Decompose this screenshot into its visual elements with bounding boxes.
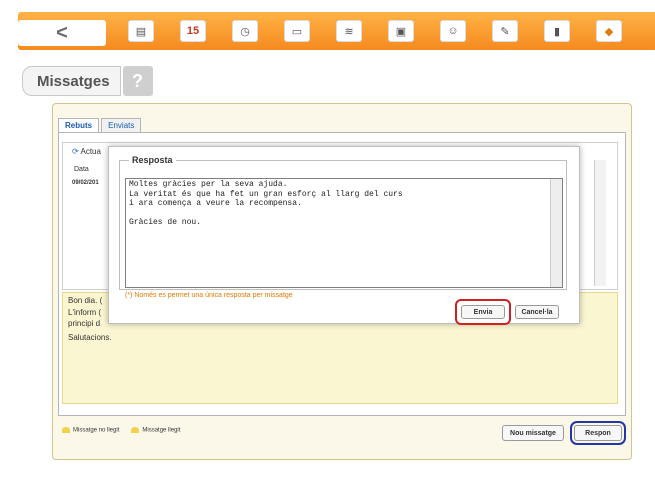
user-tool-button[interactable]: ☺ [440, 20, 466, 42]
tag-tool-button[interactable]: ◆ [596, 20, 622, 42]
user-icon: ☺ [447, 25, 459, 37]
help-icon: ? [132, 70, 144, 91]
reply-dialog-title: Resposta [129, 155, 176, 165]
message-tabs: Rebuts Enviats [58, 118, 143, 133]
cancel-button[interactable]: Cancel·la [515, 305, 559, 319]
legend-unread: Missatge no llegit [62, 427, 119, 434]
message-preview-line: Salutacions. [68, 333, 112, 342]
tablet-tool-button[interactable]: ▣ [388, 20, 414, 42]
message-preview-line: principi d [68, 319, 101, 328]
send-button[interactable]: Envia [461, 305, 505, 319]
tablet-icon: ▣ [395, 25, 407, 38]
calendar-icon: 15 [186, 25, 200, 37]
edit-icon: ✎ [500, 25, 510, 38]
clock-tool-button[interactable]: ◷ [232, 20, 258, 42]
page-title-bar: Missatges ? [22, 66, 153, 96]
textarea-scrollbar[interactable] [550, 179, 562, 287]
page-title: Missatges [22, 66, 121, 96]
refresh-button[interactable]: ⟳ Actua [72, 147, 101, 156]
tab-rebuts[interactable]: Rebuts [58, 118, 100, 133]
refresh-label: Actua [80, 147, 101, 156]
tab-enviats[interactable]: Enviats [101, 118, 142, 133]
column-header-date[interactable]: Data [74, 166, 89, 173]
unread-envelope-icon [62, 427, 70, 433]
back-icon: < [56, 21, 68, 44]
message-preview-line: Bon dia. ( [68, 296, 103, 305]
note-tool-button[interactable]: ▭ [284, 20, 310, 42]
chart-tool-button[interactable]: ≋ [336, 20, 362, 42]
help-button[interactable]: ? [122, 66, 153, 96]
clock-icon: ◷ [240, 25, 250, 38]
table-row[interactable]: 09/02/201 [72, 180, 99, 186]
reply-button[interactable]: Respon [570, 421, 626, 445]
reply-text: Moltes gràcies per la seva ajuda. La ver… [129, 180, 403, 227]
refresh-icon: ⟳ [72, 147, 79, 156]
reply-note: (*) Només es permet una única resposta p… [125, 292, 293, 299]
reply-dialog: Resposta Moltes gràcies per la seva ajud… [108, 146, 580, 325]
tag-icon: ◆ [604, 25, 614, 38]
back-button[interactable]: < [18, 20, 106, 46]
new-message-button[interactable]: Nou missatge [502, 425, 564, 441]
edit-tool-button[interactable]: ✎ [492, 20, 518, 42]
legend-read-label: Missatge llegit [142, 427, 181, 434]
chart-icon: ≋ [344, 25, 354, 38]
legend-read: Missatge llegit [131, 427, 180, 434]
document-tool-button[interactable]: ▤ [128, 20, 154, 42]
reply-textarea[interactable]: Moltes gràcies per la seva ajuda. La ver… [125, 178, 563, 288]
legend-unread-label: Missatge no llegit [73, 427, 120, 434]
note-icon: ▭ [291, 25, 303, 38]
status-legend: Missatge no llegit Missatge llegit [62, 427, 180, 434]
phone-tool-button[interactable]: ▮ [544, 20, 570, 42]
read-envelope-icon [131, 427, 140, 433]
document-icon: ▤ [135, 25, 147, 38]
calendar-tool-button[interactable]: 15 [180, 20, 206, 42]
phone-icon: ▮ [553, 25, 561, 38]
message-preview-line: L'inform ( [68, 308, 102, 317]
list-scrollbar[interactable] [594, 160, 606, 286]
